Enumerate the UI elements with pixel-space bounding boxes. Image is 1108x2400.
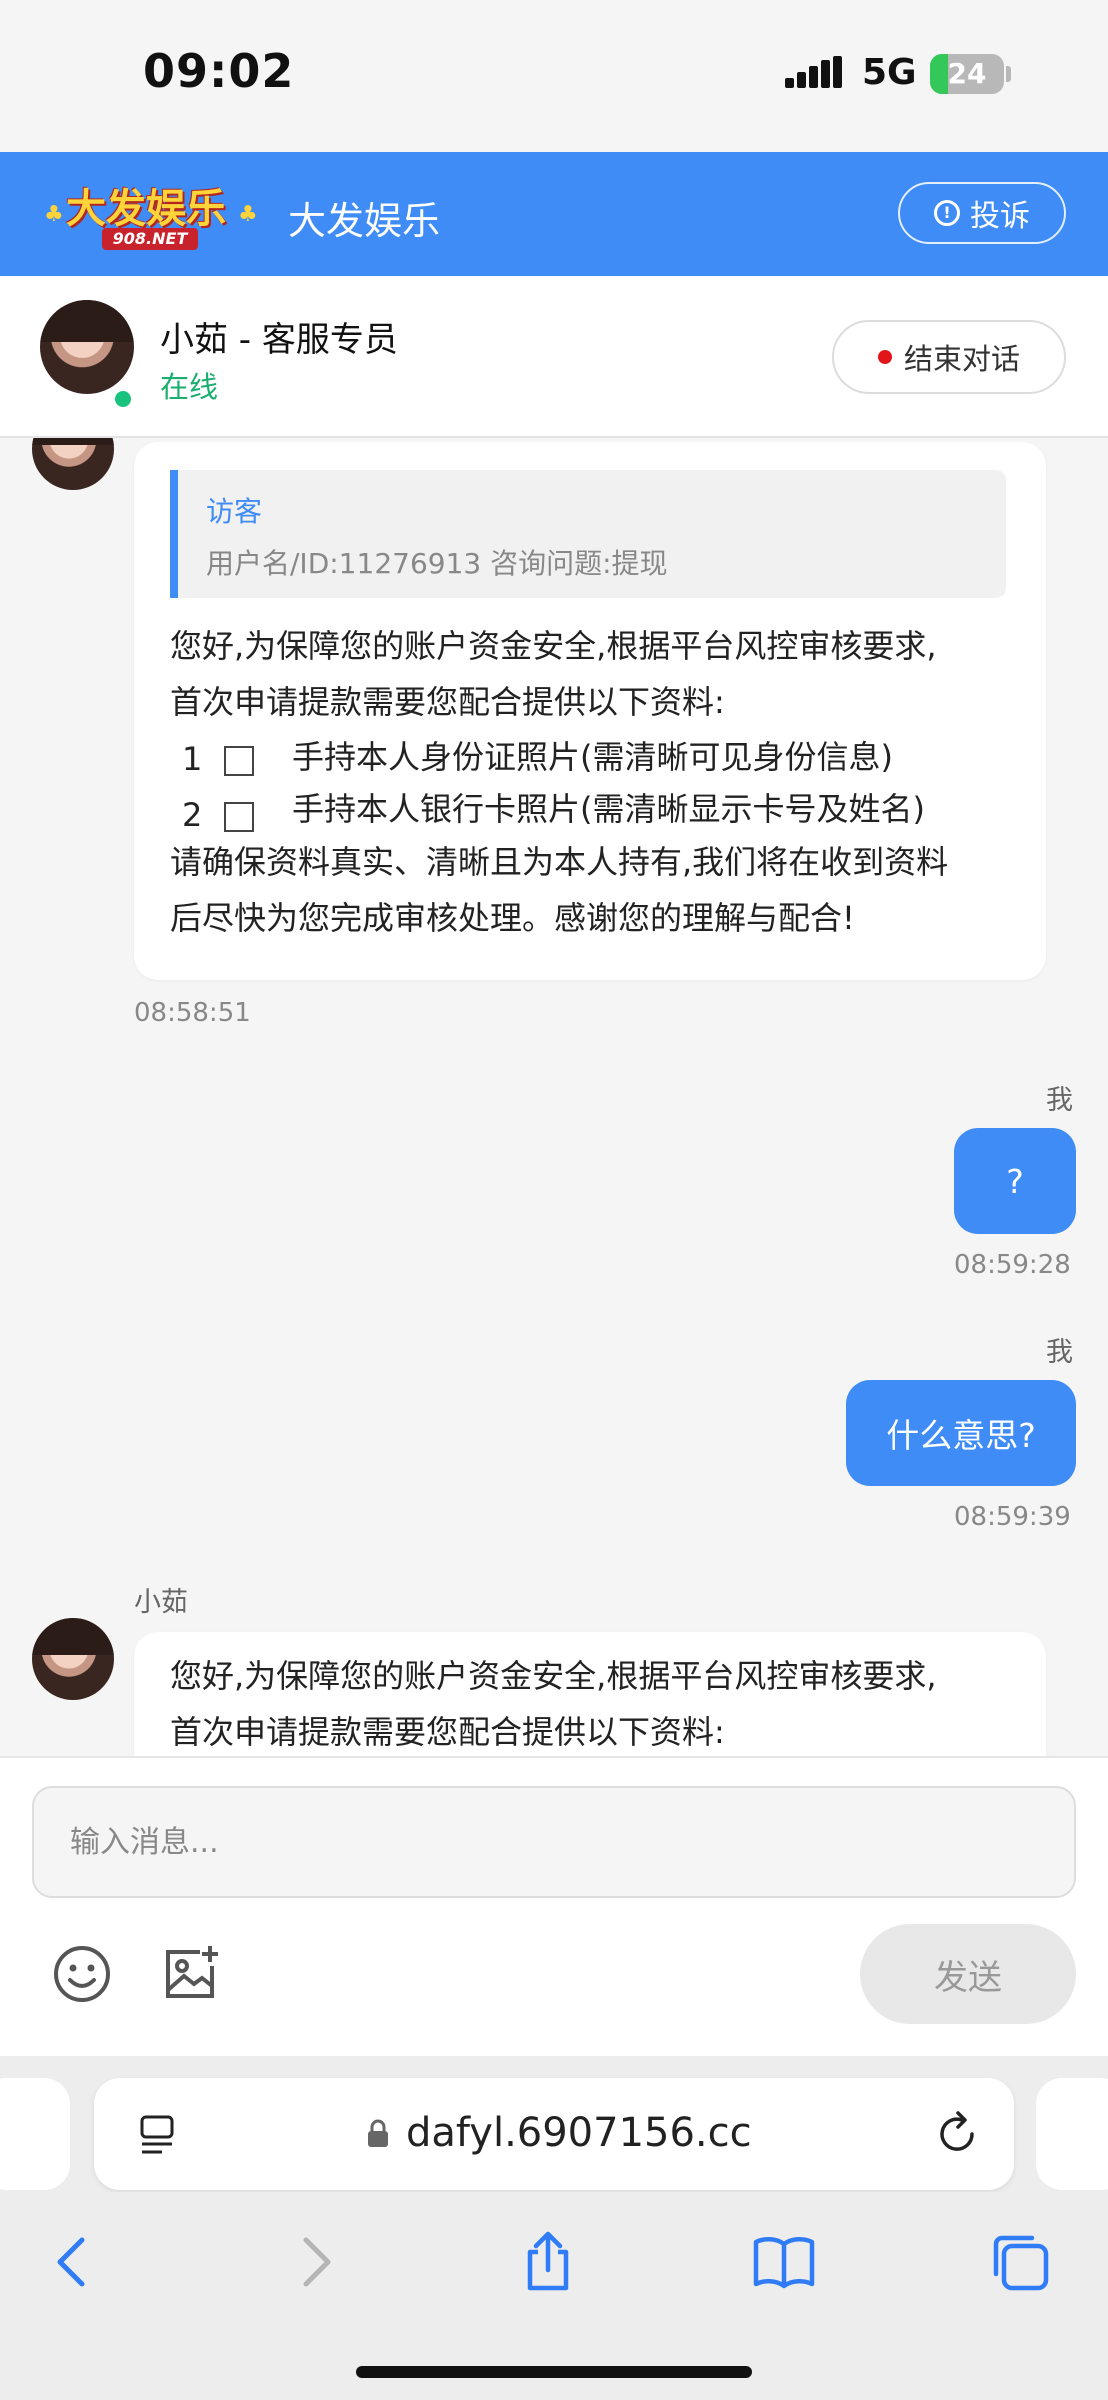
share-icon[interactable] [516, 2230, 580, 2294]
previous-tab-peek[interactable] [0, 2078, 70, 2190]
visitor-quote: 访客 用户名/ID:11276913 咨询问题:提现 [170, 470, 1006, 598]
agent-name: 小茹 - 客服专员 [160, 320, 398, 360]
page-menu-icon[interactable] [138, 2114, 182, 2156]
message-line: 后尽快为您完成审核处理。感谢您的理解与配合! [170, 899, 855, 937]
message-line: 请确保资料真实、清晰且为本人持有,我们将在收到资料 [170, 843, 949, 881]
message-line: 首次申请提款需要您配合提供以下资料: [170, 1713, 725, 1751]
battery-percent: 24 [947, 57, 987, 90]
complain-label: 投诉 [970, 199, 1030, 234]
checklist-label: 手持本人银行卡照片(需清晰显示卡号及姓名) [292, 790, 925, 828]
sender-label: 我 [1046, 1337, 1073, 1368]
lock-icon [368, 2119, 388, 2147]
checklist-item: 1 手持本人身份证照片(需清晰可见身份信息) [182, 732, 1022, 788]
message-input[interactable] [32, 1786, 1076, 1898]
user-message-bubble: ? [954, 1128, 1076, 1234]
checkbox[interactable] [224, 802, 254, 832]
sender-label: 我 [1046, 1085, 1073, 1116]
agent-message-avatar [32, 438, 114, 490]
quote-title: 访客 [206, 495, 263, 528]
user-message-bubble: 什么意思? [846, 1380, 1076, 1486]
checkbox[interactable] [224, 746, 254, 776]
app-header: ♣ 大发娱乐 ♣ 908.NET 大发娱乐 ! 投诉 [0, 152, 1108, 276]
brand-logo: ♣ 大发娱乐 ♣ 908.NET [44, 174, 260, 254]
send-button[interactable]: 发送 [860, 1924, 1076, 2024]
url-text: dafyl.6907156.cc [406, 2110, 752, 2156]
tabs-icon[interactable] [988, 2230, 1052, 2294]
agent-message-avatar [32, 1618, 114, 1700]
battery-tip [1006, 66, 1011, 82]
complain-button[interactable]: ! 投诉 [898, 182, 1066, 244]
status-bar: 09:02 5G 24 [0, 0, 1108, 152]
chat-messages[interactable]: 访客 用户名/ID:11276913 咨询问题:提现 您好,为保障您的账户资金安… [0, 438, 1108, 1756]
message-timestamp: 08:59:39 [954, 1502, 1071, 1532]
record-dot-icon [877, 350, 892, 364]
clover-icon: ♣ [44, 202, 64, 227]
clover-icon: ♣ [238, 202, 258, 227]
address-bar[interactable]: dafyl.6907156.cc [94, 2078, 1014, 2190]
browser-address-area: dafyl.6907156.cc [0, 2056, 1108, 2192]
forward-icon[interactable] [282, 2230, 346, 2294]
image-upload-icon[interactable] [160, 1944, 220, 2004]
checklist-number: 2 [182, 796, 203, 834]
message-timestamp: 08:59:28 [954, 1250, 1071, 1280]
composer: 发送 [0, 1756, 1108, 2056]
message-line: 您好,为保障您的账户资金安全,根据平台风控审核要求, [170, 1657, 937, 1695]
message-line: 首次申请提款需要您配合提供以下资料: [170, 683, 725, 721]
reload-icon[interactable] [932, 2108, 982, 2158]
end-chat-button[interactable]: 结束对话 [832, 320, 1066, 394]
quote-text: 用户名/ID:11276913 咨询问题:提现 [206, 547, 668, 580]
agent-message-bubble: 访客 用户名/ID:11276913 咨询问题:提现 您好,为保障您的账户资金安… [134, 442, 1046, 980]
emoji-icon[interactable] [52, 1944, 112, 2004]
header-title: 大发娱乐 [288, 199, 441, 243]
logo-text: 大发娱乐 [66, 186, 226, 232]
online-status-dot [113, 389, 133, 409]
checklist-number: 1 [182, 740, 203, 778]
agent-bar: 小茹 - 客服专员 在线 结束对话 [0, 276, 1108, 438]
signal-icon [785, 56, 843, 88]
bookmarks-icon[interactable] [752, 2230, 816, 2294]
end-chat-label: 结束对话 [903, 342, 1020, 376]
battery-icon: 24 [930, 54, 1004, 94]
browser-toolbar [0, 2192, 1108, 2400]
message-timestamp: 08:58:51 [134, 998, 251, 1028]
next-tab-peek[interactable] [1036, 2078, 1108, 2190]
message-line: 您好,为保障您的账户资金安全,根据平台风控审核要求, [170, 627, 937, 665]
agent-message-bubble: 您好,为保障您的账户资金安全,根据平台风控审核要求, 首次申请提款需要您配合提供… [134, 1632, 1046, 1756]
exclamation-icon: ! [934, 200, 960, 226]
agent-avatar [40, 300, 134, 394]
home-indicator [356, 2366, 752, 2378]
back-icon[interactable] [42, 2230, 106, 2294]
checklist-label: 手持本人身份证照片(需清晰可见身份信息) [292, 738, 893, 776]
sender-label: 小茹 [134, 1587, 188, 1618]
agent-status: 在线 [160, 370, 219, 404]
logo-subtext: 908.NET [102, 228, 198, 250]
network-type: 5G [862, 52, 917, 93]
status-time: 09:02 [143, 44, 295, 98]
